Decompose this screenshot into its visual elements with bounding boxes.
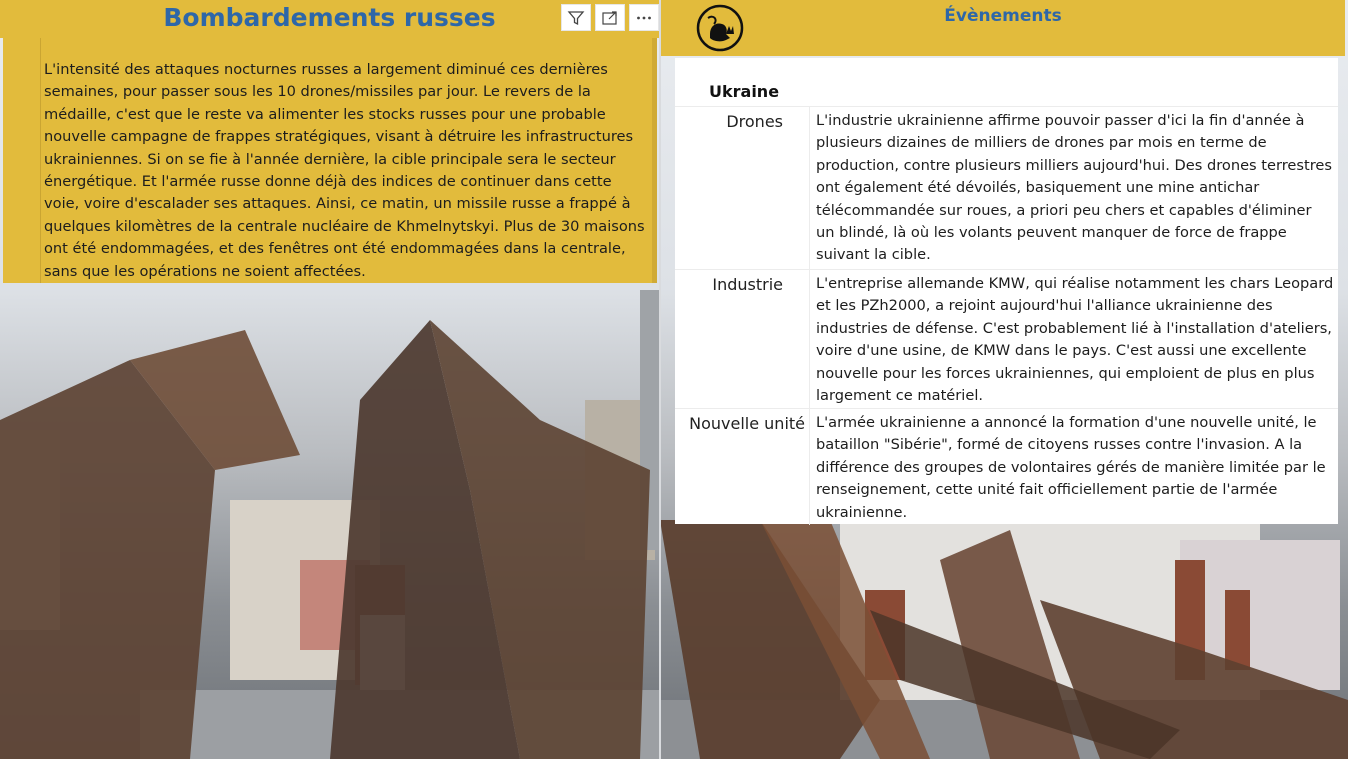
text-box-body: L'intensité des attaques nocturnes russe… <box>40 38 654 283</box>
row-label-drones: Drones <box>726 112 783 131</box>
cat-logo-icon <box>696 4 744 52</box>
row-label-nouvelle-unite: Nouvelle unité <box>689 414 805 433</box>
table-group-header: Ukraine <box>709 82 780 101</box>
row-text-nouvelle-unite: L'armée ukrainienne a annoncé la formati… <box>809 409 1338 525</box>
text-box-bombardements: L'intensité des attaques nocturnes russe… <box>3 38 656 283</box>
table-row: Nouvelle unité L'armée ukrainienne a ann… <box>675 408 1338 525</box>
row-text-drones: L'industrie ukrainienne affirme pouvoir … <box>809 107 1338 271</box>
text-box-scrollbar[interactable] <box>652 38 657 283</box>
filter-button[interactable] <box>561 4 591 31</box>
visual-header-toolbar <box>561 4 659 31</box>
row-text-industrie: L'entreprise allemande KMW, qui réalise … <box>809 270 1338 410</box>
table-row: Drones L'industrie ukrainienne affirme p… <box>675 106 1338 271</box>
more-options-icon <box>637 16 651 19</box>
focus-mode-button[interactable] <box>595 4 625 31</box>
right-panel-title: Évènements <box>944 6 1062 26</box>
events-table: Ukraine Drones L'industrie ukrainienne a… <box>675 58 1338 525</box>
focus-mode-icon <box>602 10 617 25</box>
table-row: Industrie L'entreprise allemande KMW, qu… <box>675 269 1338 410</box>
more-options-button[interactable] <box>629 4 659 31</box>
filter-icon <box>567 10 585 25</box>
row-label-industrie: Industrie <box>712 275 783 294</box>
panel-divider <box>659 0 661 759</box>
